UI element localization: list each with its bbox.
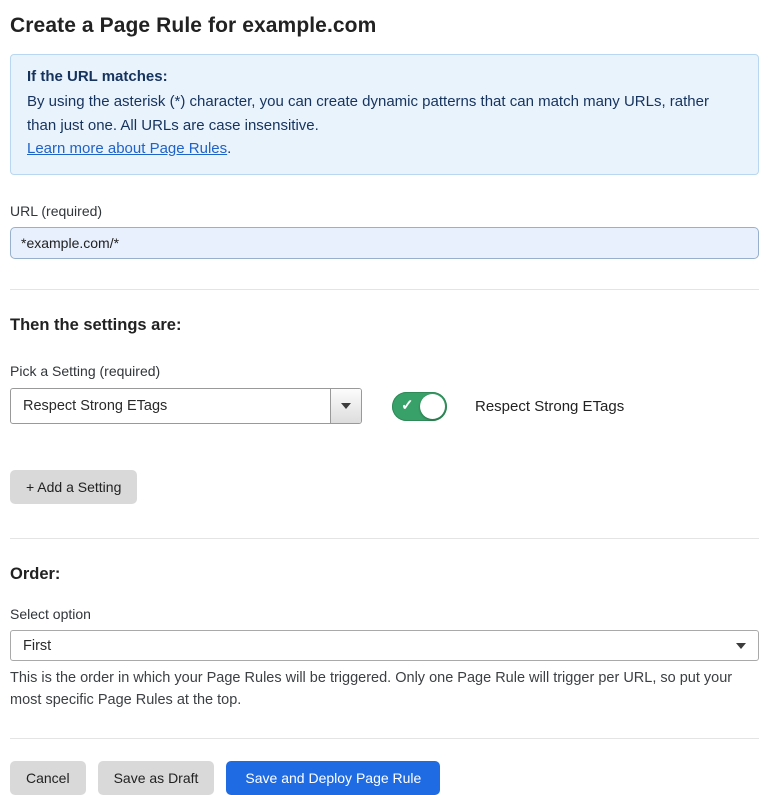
order-help-text: This is the order in which your Page Rul…: [10, 668, 759, 712]
info-box-heading: If the URL matches:: [27, 65, 742, 88]
url-match-info-box: If the URL matches: By using the asteris…: [10, 54, 759, 175]
url-field-label: URL (required): [10, 203, 759, 219]
chevron-down-icon: [341, 403, 351, 409]
check-icon: ✓: [401, 398, 414, 413]
toggle-knob: [420, 394, 445, 419]
divider: [10, 289, 759, 290]
setting-select-value: Respect Strong ETags: [11, 389, 330, 423]
setting-select-caret-button[interactable]: [330, 389, 361, 423]
add-setting-button[interactable]: + Add a Setting: [10, 470, 137, 504]
page-title: Create a Page Rule for example.com: [10, 14, 759, 38]
page-rule-form: Create a Page Rule for example.com If th…: [0, 0, 769, 795]
pick-setting-label: Pick a Setting (required): [10, 363, 759, 379]
link-suffix: .: [227, 140, 231, 157]
settings-section-heading: Then the settings are:: [10, 316, 759, 335]
divider: [10, 738, 759, 739]
learn-more-link[interactable]: Learn more about Page Rules: [27, 140, 227, 157]
divider: [10, 538, 759, 539]
order-select[interactable]: First: [10, 630, 759, 661]
order-select-value: First: [23, 638, 51, 654]
respect-strong-etags-toggle[interactable]: ✓: [392, 392, 447, 421]
toggle-label: Respect Strong ETags: [475, 398, 624, 415]
info-box-link-line: Learn more about Page Rules.: [27, 137, 742, 160]
order-section-heading: Order:: [10, 565, 759, 584]
footer-actions: Cancel Save as Draft Save and Deploy Pag…: [10, 761, 759, 795]
chevron-down-icon: [736, 643, 746, 649]
order-select-label: Select option: [10, 606, 759, 622]
setting-row: Respect Strong ETags ✓ Respect Strong ET…: [10, 388, 759, 424]
cancel-button[interactable]: Cancel: [10, 761, 86, 795]
info-box-body: By using the asterisk (*) character, you…: [27, 90, 742, 137]
save-deploy-button[interactable]: Save and Deploy Page Rule: [226, 761, 440, 795]
save-draft-button[interactable]: Save as Draft: [98, 761, 215, 795]
setting-select[interactable]: Respect Strong ETags: [10, 388, 362, 424]
url-input[interactable]: [10, 227, 759, 259]
